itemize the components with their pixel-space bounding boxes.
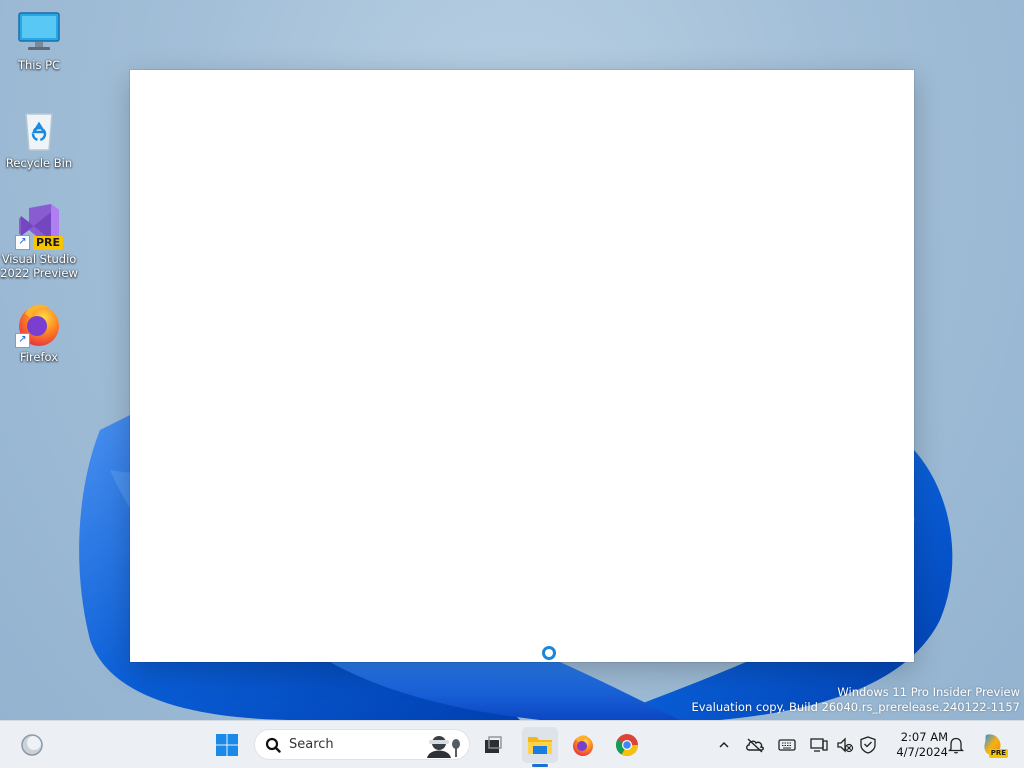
- taskbar: Search 2:07 AM 4/7/2024 PRE: [0, 720, 1024, 768]
- desktop-icon-recycle-bin[interactable]: Recycle Bin: [0, 106, 78, 170]
- shortcut-arrow-icon: ↗: [15, 333, 30, 348]
- desktop-icon-label-line2: 2022 Preview: [0, 266, 78, 280]
- chrome-icon: [616, 734, 638, 756]
- firefox-taskbar-button[interactable]: [565, 727, 601, 763]
- network-icon: [810, 738, 828, 752]
- search-icon: [265, 737, 281, 753]
- clock-time: 2:07 AM: [900, 730, 948, 744]
- watermark-build: Evaluation copy. Build 26040.rs_prerelea…: [691, 700, 1020, 714]
- show-hidden-icons-button[interactable]: [714, 735, 734, 755]
- clock-date: 4/7/2024: [896, 745, 948, 759]
- search-placeholder: Search: [289, 737, 334, 752]
- copilot-button[interactable]: PRE: [975, 727, 1011, 763]
- preview-badge: PRE: [32, 236, 63, 250]
- onedrive-offline-icon: [746, 738, 764, 753]
- keyboard-icon: [778, 739, 796, 751]
- task-view-icon: [485, 736, 502, 753]
- notifications-button[interactable]: [946, 735, 966, 755]
- taskbar-clock[interactable]: 2:07 AM 4/7/2024: [884, 730, 948, 760]
- desktop-icon-firefox[interactable]: ↗ Firefox: [0, 300, 78, 364]
- widgets-button[interactable]: [14, 727, 50, 763]
- file-explorer-icon: [528, 737, 552, 754]
- copilot-preview-badge: PRE: [988, 749, 1008, 758]
- visual-studio-preview-icon: PRE ↗: [15, 202, 63, 250]
- active-app-indicator: [532, 764, 548, 767]
- blank-app-window[interactable]: [130, 70, 914, 662]
- security-button[interactable]: [858, 735, 878, 755]
- security-icon: [860, 736, 876, 754]
- bell-icon: [948, 737, 964, 754]
- firefox-icon: [573, 735, 593, 756]
- monitor-icon: [15, 8, 63, 56]
- shortcut-arrow-icon: ↗: [15, 235, 30, 250]
- volume-muted-icon: [837, 737, 854, 753]
- desktop-icon-this-pc[interactable]: This PC: [0, 8, 78, 72]
- desktop-icon-visual-studio[interactable]: PRE ↗ Visual Studio 2022 Preview: [0, 202, 78, 280]
- start-button[interactable]: [209, 727, 245, 763]
- recycle-bin-icon: [15, 106, 63, 154]
- desktop-icon-label: Recycle Bin: [5, 156, 73, 170]
- copilot-icon: PRE: [980, 732, 1008, 758]
- watermark-edition: Windows 11 Pro Insider Preview: [837, 685, 1020, 699]
- search-highlight-icon: [427, 736, 460, 758]
- firefox-icon: ↗: [15, 300, 63, 348]
- volume-button[interactable]: [835, 735, 855, 755]
- file-explorer-button[interactable]: [522, 727, 558, 763]
- build-watermark: Windows 11 Pro Insider Preview Evaluatio…: [692, 685, 1020, 715]
- windows-logo-icon: [216, 734, 238, 756]
- touch-keyboard-button[interactable]: [777, 735, 797, 755]
- weather-widget-icon: [21, 734, 43, 756]
- task-view-button[interactable]: [475, 727, 511, 763]
- taskbar-search-box[interactable]: Search: [254, 729, 470, 760]
- desktop-icon-label: This PC: [17, 58, 61, 72]
- desktop-icon-label: Firefox: [19, 350, 59, 364]
- chrome-taskbar-button[interactable]: [609, 727, 645, 763]
- onedrive-button[interactable]: [745, 735, 765, 755]
- network-button[interactable]: [809, 735, 829, 755]
- busy-cursor-icon: [542, 646, 556, 660]
- desktop-icon-label-line1: Visual Studio: [1, 252, 77, 266]
- chevron-up-icon: [719, 741, 729, 748]
